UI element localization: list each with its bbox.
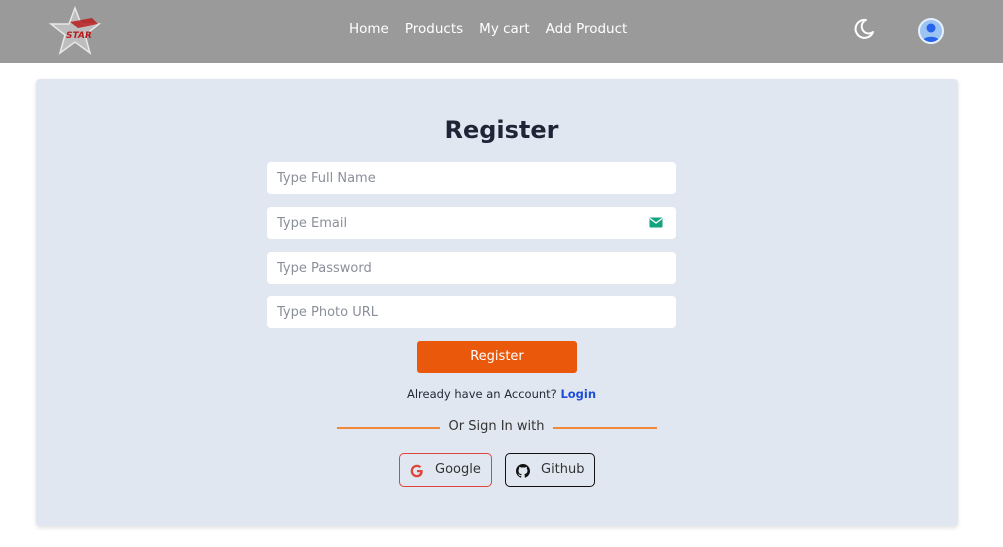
page-title: Register xyxy=(444,116,559,144)
nav-links: Home Products My cart Add Product xyxy=(349,21,643,37)
divider-left xyxy=(337,427,440,429)
nav-link-products[interactable]: Products xyxy=(405,21,463,37)
github-sign-in-button[interactable]: Github xyxy=(505,453,595,487)
navbar: STAR Home Products My cart Add Product xyxy=(0,0,1003,63)
google-label: Google xyxy=(435,462,481,477)
full-name-input[interactable] xyxy=(267,162,676,194)
github-label: Github xyxy=(541,462,585,477)
nav-link-add-product[interactable]: Add Product xyxy=(546,21,628,37)
register-button[interactable]: Register xyxy=(417,341,577,373)
email-input[interactable] xyxy=(267,207,676,239)
photo-url-input[interactable] xyxy=(267,296,676,328)
moon-icon[interactable] xyxy=(852,17,876,41)
star-logo-icon[interactable]: STAR xyxy=(48,6,102,56)
nav-link-home[interactable]: Home xyxy=(349,21,389,37)
google-icon xyxy=(410,464,423,478)
svg-text:STAR: STAR xyxy=(66,31,92,41)
user-avatar-icon[interactable] xyxy=(918,18,944,44)
login-prompt: Already have an Account? Login xyxy=(0,387,1003,401)
or-sign-in-text: Or Sign In with xyxy=(448,419,545,434)
github-icon xyxy=(516,464,530,478)
email-icon xyxy=(649,217,663,228)
google-sign-in-button[interactable]: Google xyxy=(399,453,492,487)
password-input[interactable] xyxy=(267,252,676,284)
login-link[interactable]: Login xyxy=(560,387,596,401)
divider-right xyxy=(553,427,657,429)
login-prompt-text: Already have an Account? xyxy=(406,387,557,401)
nav-link-my-cart[interactable]: My cart xyxy=(479,21,529,37)
